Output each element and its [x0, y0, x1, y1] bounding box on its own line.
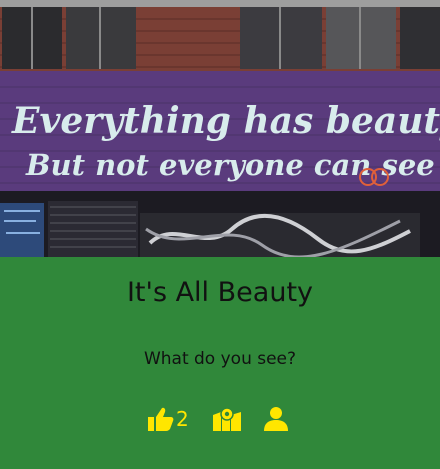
mural-text-line2: But not everyone can see it	[25, 148, 440, 182]
card-subtitle: What do you see?	[143, 349, 297, 369]
map-button[interactable]	[212, 405, 242, 433]
card-caption: It's All Beauty What do you see? 2	[0, 257, 440, 469]
thumbs-up-icon	[148, 407, 174, 431]
mural-photo: Everything has beauty But not everyone c…	[0, 7, 440, 257]
user-icon	[264, 407, 288, 431]
card-actions: 2	[0, 405, 440, 435]
like-button[interactable]: 2	[148, 405, 189, 433]
user-button[interactable]	[264, 405, 288, 433]
mural-text-line1: Everything has beauty	[11, 100, 440, 142]
mural-illustration: Everything has beauty But not everyone c…	[0, 7, 440, 257]
map-marker-icon	[212, 407, 242, 431]
card-title: It's All Beauty	[126, 277, 314, 308]
like-count: 2	[176, 407, 189, 431]
post-card: Everything has beauty But not everyone c…	[0, 7, 440, 469]
